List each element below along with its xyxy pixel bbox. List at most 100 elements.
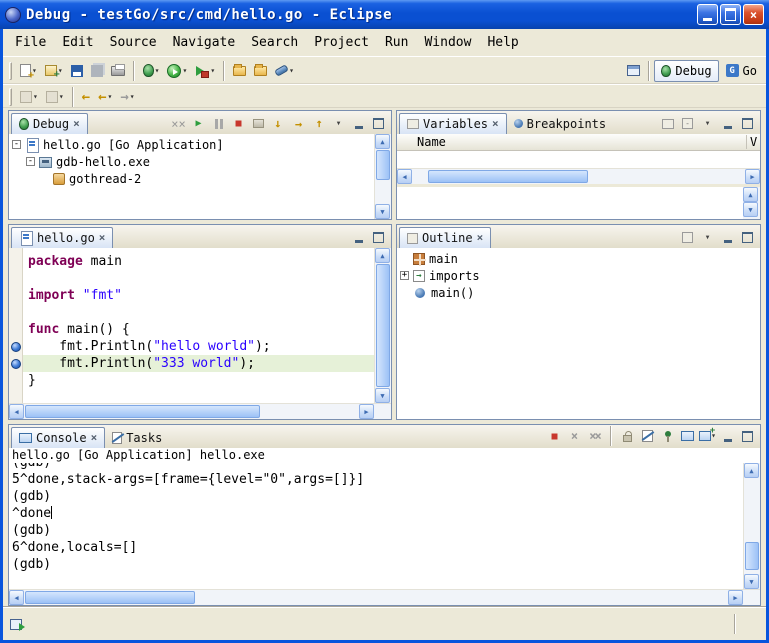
toolbar-grip[interactable] <box>9 88 12 106</box>
scrollbar-thumb[interactable] <box>428 170 588 183</box>
breakpoint-icon[interactable] <box>11 342 21 352</box>
previous-annotation-button[interactable]: ▾ <box>42 86 68 108</box>
detail-pane-text[interactable] <box>397 187 743 219</box>
variables-detail-pane[interactable]: ▲ ▼ <box>397 187 760 219</box>
print-button[interactable] <box>107 60 129 82</box>
close-icon[interactable]: × <box>99 233 106 243</box>
close-window-button[interactable]: × <box>743 4 764 25</box>
scroll-right-icon[interactable]: ▶ <box>728 590 743 605</box>
scrollbar-track[interactable] <box>412 169 745 184</box>
close-icon[interactable]: × <box>477 233 484 243</box>
terminate-button[interactable]: ■ <box>546 428 563 445</box>
debug-tree[interactable]: -hello.go [Go Application]-gdb-hello.exe… <box>9 134 374 219</box>
remove-launch-button[interactable]: × <box>566 428 583 445</box>
dropdown-icon[interactable]: ▾ <box>155 67 160 75</box>
dropdown-icon[interactable]: ▾ <box>210 67 215 75</box>
menu-project[interactable]: Project <box>306 32 377 53</box>
horizontal-scrollbar[interactable]: ◀ ▶ <box>9 403 391 419</box>
tab-tasks[interactable]: Tasks <box>105 427 169 448</box>
horizontal-scrollbar[interactable]: ◀ ▶ <box>9 589 760 605</box>
vertical-scrollbar[interactable]: ▲ ▼ <box>374 248 391 403</box>
menu-file[interactable]: File <box>7 32 54 53</box>
scrollbar-thumb[interactable] <box>376 150 390 180</box>
resume-button[interactable]: ▶ <box>190 115 207 132</box>
tab-console[interactable]: Console × <box>11 427 105 448</box>
scroll-up-icon[interactable]: ▲ <box>375 134 390 149</box>
menu-navigate[interactable]: Navigate <box>165 32 244 53</box>
scroll-up-icon[interactable]: ▲ <box>743 187 758 202</box>
tree-item[interactable]: -hello.go [Go Application] <box>9 136 374 153</box>
scroll-down-icon[interactable]: ▼ <box>375 204 390 219</box>
maximize-view-button[interactable] <box>739 229 756 246</box>
minimize-window-button[interactable] <box>697 4 718 25</box>
menu-edit[interactable]: Edit <box>54 32 101 53</box>
step-into-button[interactable]: → <box>270 115 287 132</box>
scrollbar-thumb[interactable] <box>745 542 759 570</box>
scroll-left-icon[interactable]: ◀ <box>9 404 24 419</box>
tree-item[interactable]: main <box>397 250 760 267</box>
scroll-left-icon[interactable]: ◀ <box>9 590 24 605</box>
scroll-down-icon[interactable]: ▼ <box>375 388 390 403</box>
maximize-view-button[interactable] <box>370 115 387 132</box>
tree-item[interactable]: -gdb-hello.exe <box>9 153 374 170</box>
view-menu-button[interactable]: ▼ <box>699 115 716 132</box>
maximize-view-button[interactable] <box>739 428 756 445</box>
expander-icon[interactable]: + <box>400 271 409 280</box>
expander-icon[interactable]: - <box>26 157 35 166</box>
minimize-view-button[interactable] <box>719 428 736 445</box>
back-button[interactable]: ←▾ <box>94 86 116 108</box>
disconnect-button[interactable] <box>250 115 267 132</box>
vertical-scrollbar[interactable]: ▲ ▼ <box>743 463 760 589</box>
vertical-scrollbar[interactable]: ▲ ▼ <box>743 187 760 219</box>
variables-tree-empty[interactable] <box>397 151 760 168</box>
scroll-down-icon[interactable]: ▼ <box>743 202 758 217</box>
open-perspective-button[interactable] <box>623 60 644 82</box>
collapse-all-button[interactable] <box>679 115 696 132</box>
external-tools-button[interactable]: ▾ <box>191 60 219 82</box>
show-type-names-button[interactable] <box>659 115 676 132</box>
tab-outline[interactable]: Outline × <box>399 227 491 248</box>
variables-column-header[interactable]: Name V <box>397 134 760 151</box>
scroll-right-icon[interactable]: ▶ <box>745 169 760 184</box>
new-wizard-button[interactable]: ▾ <box>16 60 41 82</box>
last-edit-location-button[interactable]: ← <box>78 86 94 108</box>
horizontal-scrollbar[interactable]: ◀ ▶ <box>397 168 760 184</box>
save-button[interactable] <box>67 60 87 82</box>
run-launch-button[interactable]: ▾ <box>163 60 191 82</box>
forward-button[interactable]: →▾ <box>116 86 138 108</box>
tree-item[interactable]: main() <box>397 284 760 301</box>
close-icon[interactable]: × <box>73 119 80 129</box>
pin-console-button[interactable] <box>659 428 676 445</box>
menu-search[interactable]: Search <box>243 32 306 53</box>
step-return-button[interactable]: → <box>310 115 327 132</box>
console-output[interactable]: (gdb)5^done,stack-args=[frame={level="0"… <box>9 463 743 589</box>
tab-variables[interactable]: Variables × <box>399 113 507 134</box>
scroll-up-icon[interactable]: ▲ <box>375 248 390 263</box>
search-button[interactable]: ▾ <box>271 60 298 82</box>
scroll-lock-button[interactable] <box>619 428 636 445</box>
perspective-debug-button[interactable]: Debug <box>654 60 718 82</box>
toolbar-grip[interactable] <box>9 62 12 80</box>
dropdown-icon[interactable]: ▾ <box>130 93 135 101</box>
menu-source[interactable]: Source <box>102 32 165 53</box>
tab-hello-go[interactable]: hello.go × <box>11 227 113 248</box>
sort-button[interactable] <box>679 229 696 246</box>
column-value[interactable]: V <box>746 135 760 149</box>
tree-item[interactable]: gothread-2 <box>9 170 374 187</box>
maximize-view-button[interactable] <box>739 115 756 132</box>
open-console-button[interactable]: ▾ <box>699 428 716 445</box>
terminate-button[interactable]: ■ <box>230 115 247 132</box>
scrollbar-thumb[interactable] <box>25 405 260 418</box>
scroll-left-icon[interactable]: ◀ <box>397 169 412 184</box>
code-editor[interactable]: package mainimport "fmt"func main() { fm… <box>23 248 374 403</box>
view-menu-button[interactable]: ▼ <box>330 115 347 132</box>
editor-ruler[interactable] <box>9 248 23 403</box>
debug-launch-button[interactable]: ▾ <box>139 60 164 82</box>
close-icon[interactable]: × <box>492 119 499 129</box>
scrollbar-track[interactable] <box>375 263 391 388</box>
open-resource-button[interactable] <box>229 60 250 82</box>
scroll-up-icon[interactable]: ▲ <box>744 463 759 478</box>
dropdown-icon[interactable]: ▾ <box>33 93 38 101</box>
expander-icon[interactable]: - <box>12 140 21 149</box>
menu-window[interactable]: Window <box>416 32 479 53</box>
